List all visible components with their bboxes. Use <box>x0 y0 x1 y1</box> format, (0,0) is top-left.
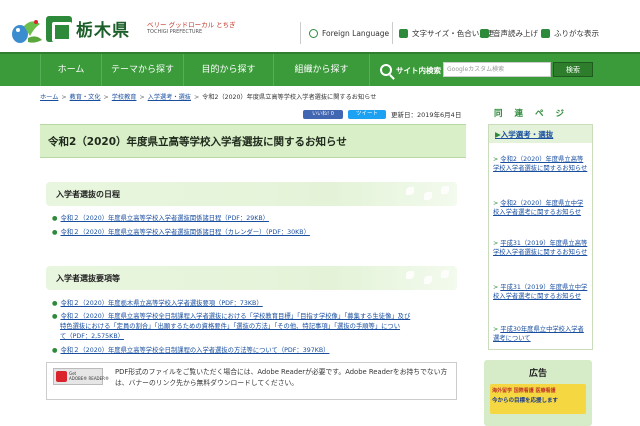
leaf-decoration-icon <box>441 270 449 278</box>
speech-link[interactable]: 音声読み上げ <box>480 22 538 44</box>
sidebar-category-link[interactable]: ▶入学選考・選抜 <box>489 125 592 143</box>
chevron-right-icon: > <box>493 284 499 291</box>
sidebar-item-link[interactable]: > 令和2（2020）年度県立高等学校入学者選抜に関するお知らせ <box>493 155 589 173</box>
list-item-continued: て（PDF：2,575KB） <box>60 331 124 340</box>
list-item-continued: 特色選抜における「定員の割合」「出願するための資格要件」「選抜の方法」「その他、… <box>60 321 400 330</box>
text-size-icon <box>399 28 408 38</box>
foreign-language-link[interactable]: Foreign Language <box>300 22 389 44</box>
list-item: ● 令和２（2020）年度県立高等学校全日制課程の入学者選抜の方法等について（PD… <box>52 345 329 354</box>
calendar-pdf-link[interactable]: 令和２（2020）年度県立高等学校入学者選抜関係諸日程（カレンダー）（PDF：3… <box>61 229 310 236</box>
sidebar-item-link[interactable]: > 令和2（2020）年度県立中学校入学者選考に関するお知らせ <box>493 199 589 217</box>
tweet-button[interactable]: ツイート <box>348 110 386 119</box>
nav-organization[interactable]: 組織から探す <box>274 54 370 86</box>
breadcrumb-current: 令和2（2020）年度県立高等学校入学者選抜に関するお知らせ <box>202 94 377 101</box>
prefecture-emblem-icon <box>46 16 72 42</box>
nav-home[interactable]: ホーム <box>40 54 102 86</box>
breadcrumb-separator: > <box>139 94 145 101</box>
furigana-link[interactable]: ふりがな表示 <box>541 22 599 44</box>
ad-banner[interactable]: 海外留学 国際看護 医療看護 今からの目標を応援します <box>490 384 586 414</box>
page-title: 令和2（2020）年度県立高等学校入学者選抜に関するお知らせ <box>48 136 347 148</box>
breadcrumb-education[interactable]: 教育・文化 <box>70 94 101 101</box>
list-item: ● 令和２（2020）年度栃木県立高等学校入学者選抜要項（PDF：73KB） <box>52 298 263 307</box>
chevron-right-icon: > <box>493 156 499 163</box>
sidebar-item-link[interactable]: > 平成31（2019）年度県立高等学校入学者選抜に関するお知らせ <box>493 239 589 257</box>
bullet-icon: ● <box>52 347 58 354</box>
ad-title: 広告 <box>528 369 547 379</box>
globe-icon <box>309 28 318 38</box>
bullet-icon: ● <box>52 300 58 307</box>
leaf-decoration-icon <box>406 271 414 279</box>
global-nav: ホーム テーマから探す 目的から探す 組織から探す サイト内検索 Googleカ… <box>0 52 640 86</box>
search-button[interactable]: 検索 <box>553 62 593 77</box>
breadcrumb-separator: > <box>103 94 109 101</box>
site-logo[interactable]: 栃木県 ベリー グッドローカル とちぎ TOCHIGI PREFECTURE <box>10 14 236 48</box>
nav-purpose[interactable]: 目的から探す <box>184 54 274 86</box>
leaf-decoration-icon <box>424 276 432 284</box>
text-size-link[interactable]: 文字サイズ・色合い変更 <box>392 22 494 44</box>
site-search-label: サイト内検索 <box>380 54 441 86</box>
breadcrumb-separator: > <box>193 94 200 101</box>
site-tagline-en: TOCHIGI PREFECTURE <box>147 29 203 35</box>
schedule-pdf-link[interactable]: 令和２（2020）年度県立高等学校入学者選抜関係諸日程（PDF：29KB） <box>61 215 269 222</box>
adobe-icon <box>56 371 67 382</box>
chevron-right-icon: > <box>493 240 499 247</box>
leaf-decoration-icon <box>424 192 432 200</box>
breadcrumb: ホーム > 教育・文化 > 学校教育 > 入学選考・選抜 > 令和2（2020）年度県立高等学校… <box>40 92 376 101</box>
site-name: 栃木県 <box>76 21 130 41</box>
breadcrumb-separator: > <box>61 94 67 101</box>
related-pages-box: ▶入学選考・選抜 > 令和2（2020）年度県立高等学校入学者選抜に関するお知らせ… <box>488 124 593 350</box>
ad-area: 広告 海外留学 国際看護 医療看護 今からの目標を応援します <box>484 360 592 426</box>
search-input[interactable]: Googleカスタム検索 <box>443 62 551 77</box>
school-goals-pdf-link-cont[interactable]: 特色選抜における「定員の割合」「出願するための資格要件」「選抜の方法」「その他、… <box>60 323 400 330</box>
facebook-like-button[interactable]: いいね! 0 <box>303 110 343 119</box>
chevron-right-icon: > <box>493 326 499 333</box>
mascot-icon <box>12 20 42 43</box>
school-goals-pdf-link-cont2[interactable]: て（PDF：2,575KB） <box>60 333 124 340</box>
speaker-icon <box>480 28 489 38</box>
school-goals-pdf-link[interactable]: 令和２（2020）年度県立高等学校全日制課程入学者選抜における「学校教育目標」「… <box>61 313 411 320</box>
breadcrumb-home[interactable]: ホーム <box>40 94 58 101</box>
list-item: ● 令和２（2020）年度県立高等学校全日制課程入学者選抜における「学校教育目標」… <box>52 311 410 320</box>
sidebar-item-link[interactable]: > 平成31（2019）年度県立中学校入学者選考に関するお知らせ <box>493 283 589 301</box>
breadcrumb-admission[interactable]: 入学選考・選抜 <box>148 94 191 101</box>
adobe-reader-banner[interactable]: Get ADOBE® READER® <box>53 368 109 385</box>
leaf-decoration-icon <box>406 187 414 195</box>
list-item: ● 令和２（2020）年度県立高等学校入学者選抜関係諸日程（PDF：29KB） <box>52 213 269 222</box>
sidebar-item-link[interactable]: > 平成30年度県立中学校入学者選考について <box>493 325 589 343</box>
selection-method-pdf-link[interactable]: 令和２（2020）年度県立高等学校全日制課程の入学者選抜の方法等について（PDF… <box>61 347 330 354</box>
furigana-icon <box>541 28 550 38</box>
bullet-icon: ● <box>52 229 58 236</box>
pdf-notice: Get ADOBE® READER® PDF形式のファイルをご覧いただく場合には… <box>46 362 457 400</box>
leaf-decoration-icon <box>441 186 449 194</box>
bullet-icon: ● <box>52 313 58 320</box>
list-item: ● 令和２（2020）年度県立高等学校入学者選抜関係諸日程（カレンダー）（PDF：… <box>52 227 310 236</box>
pdf-notice-text: PDF形式のファイルをご覧いただく場合には、Adobe Readerが必要です。… <box>115 368 448 387</box>
breadcrumb-school[interactable]: 学校教育 <box>112 94 137 101</box>
section-heading-schedule: 入学者選抜の日程 <box>46 182 457 206</box>
bullet-icon: ● <box>52 215 58 222</box>
site-tagline: ベリー グッドローカル とちぎ <box>147 21 236 29</box>
chevron-right-icon: > <box>493 200 499 207</box>
related-pages-heading: 同 連 ペ ジ <box>494 109 565 119</box>
updated-date: 更新日：2019年6月4日 <box>391 111 462 119</box>
search-icon <box>380 64 392 76</box>
section-heading-guidelines: 入学者選抜要項等 <box>46 266 457 290</box>
site-header: 栃木県 ベリー グッドローカル とちぎ TOCHIGI PREFECTURE F… <box>0 0 640 52</box>
nav-theme[interactable]: テーマから探す <box>102 54 184 86</box>
guidelines-pdf-link[interactable]: 令和２（2020）年度栃木県立高等学校入学者選抜要項（PDF：73KB） <box>61 300 263 307</box>
page-title-bar: 令和2（2020）年度県立高等学校入学者選抜に関するお知らせ <box>40 124 466 158</box>
